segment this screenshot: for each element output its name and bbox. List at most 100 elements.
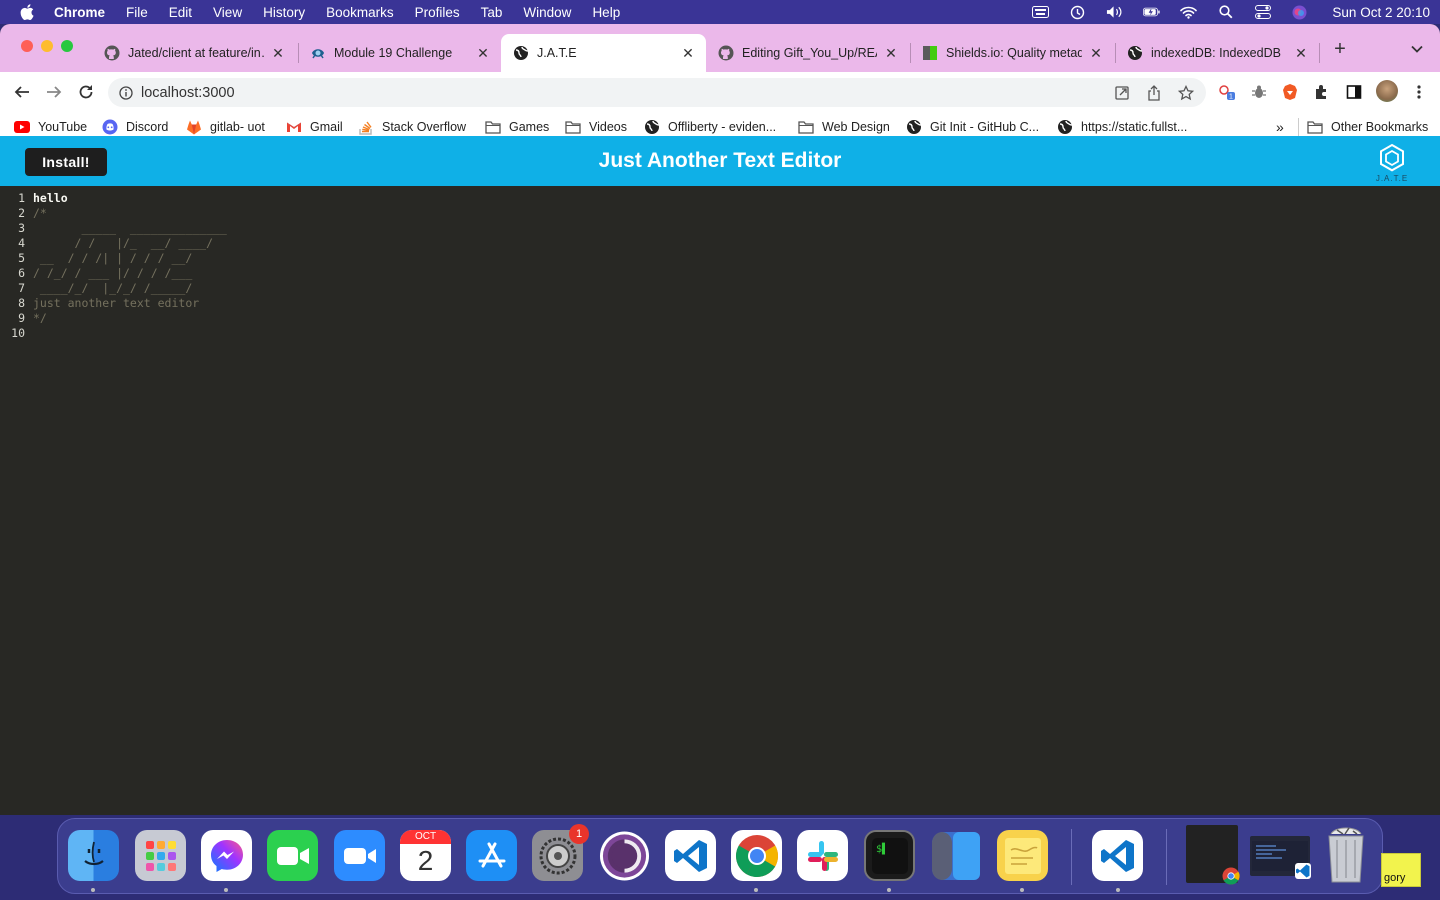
line-code: ____/_/ |_/_/ /_____/ bbox=[33, 281, 193, 295]
share-icon[interactable] bbox=[1146, 85, 1162, 101]
menu-tab[interactable]: Tab bbox=[481, 5, 503, 20]
menu-help[interactable]: Help bbox=[592, 5, 620, 20]
folder-icon bbox=[798, 119, 814, 135]
line-number: 6 bbox=[18, 266, 25, 280]
siri-icon[interactable] bbox=[1291, 5, 1308, 19]
bookmark-label: Git Init - GitHub C... bbox=[930, 120, 1040, 134]
bookmark-youtube[interactable]: YouTube bbox=[14, 118, 87, 136]
tab-jate[interactable]: J.A.T.E ✕ bbox=[501, 34, 706, 72]
close-tab-icon[interactable]: ✕ bbox=[883, 45, 899, 61]
calendar-icon[interactable]: OCT 2 bbox=[400, 830, 451, 881]
bookmark-other-folder[interactable]: Other Bookmarks bbox=[1307, 118, 1428, 136]
side-panel-icon[interactable] bbox=[1345, 83, 1363, 101]
bookmark-star-icon[interactable] bbox=[1178, 85, 1194, 101]
battery-icon[interactable] bbox=[1143, 6, 1161, 19]
desktop-item-label[interactable]: gory bbox=[1384, 872, 1405, 884]
tab-search-chevron-icon[interactable] bbox=[1410, 42, 1424, 56]
new-tab-button[interactable]: + bbox=[1331, 39, 1349, 59]
notification-badge: 1 bbox=[569, 824, 589, 844]
menu-profiles[interactable]: Profiles bbox=[415, 5, 460, 20]
globe-icon bbox=[644, 119, 660, 135]
finder-icon[interactable] bbox=[68, 830, 119, 881]
bookmark-folder-games[interactable]: Games bbox=[485, 118, 549, 136]
menu-window[interactable]: Window bbox=[523, 5, 571, 20]
bookmark-gitlab[interactable]: gitlab- uot bbox=[186, 118, 265, 136]
forward-button[interactable] bbox=[44, 82, 64, 102]
launchpad-icon[interactable] bbox=[135, 830, 186, 881]
bookmark-stack-overflow[interactable]: Stack Overflow bbox=[358, 118, 466, 136]
bookmark-folder-web-design[interactable]: Web Design bbox=[798, 118, 890, 136]
close-tab-icon[interactable]: ✕ bbox=[1088, 45, 1104, 61]
minimized-chrome-window[interactable] bbox=[1186, 825, 1240, 885]
close-tab-icon[interactable]: ✕ bbox=[1293, 45, 1309, 61]
slack-icon[interactable] bbox=[797, 830, 848, 881]
extensions-puzzle-icon[interactable] bbox=[1313, 83, 1331, 101]
bookmark-discord[interactable]: Discord bbox=[102, 118, 168, 136]
extension-brave-lion-icon[interactable] bbox=[1281, 83, 1299, 101]
vscode-icon[interactable] bbox=[665, 830, 716, 881]
macos-dock: OCT 2 1 $▌ bbox=[57, 818, 1383, 894]
time-machine-icon[interactable] bbox=[1069, 5, 1086, 19]
vscode-icon[interactable] bbox=[1092, 830, 1143, 881]
stickies-icon[interactable] bbox=[997, 830, 1048, 881]
close-tab-icon[interactable]: ✕ bbox=[475, 45, 491, 61]
close-window-button[interactable] bbox=[21, 40, 33, 52]
bookmark-git-init[interactable]: Git Init - GitHub C... bbox=[906, 118, 1039, 136]
discord-icon bbox=[102, 119, 118, 135]
editor-line: 10 bbox=[0, 326, 33, 341]
chrome-menu-icon[interactable] bbox=[1410, 83, 1428, 101]
menu-bookmarks[interactable]: Bookmarks bbox=[326, 5, 394, 20]
wifi-icon[interactable] bbox=[1180, 6, 1198, 19]
app-store-icon[interactable] bbox=[466, 830, 517, 881]
bookmark-static-fullst[interactable]: https://static.fullst... bbox=[1057, 118, 1187, 136]
control-center-icon[interactable] bbox=[1254, 5, 1271, 19]
zoom-window-button[interactable] bbox=[61, 40, 73, 52]
profile-avatar[interactable] bbox=[1376, 80, 1398, 102]
menu-view[interactable]: View bbox=[213, 5, 242, 20]
tab-module-19[interactable]: Module 19 Challenge ✕ bbox=[298, 34, 501, 72]
system-preferences-icon[interactable]: 1 bbox=[532, 824, 589, 881]
extension-redux-icon[interactable]: 1 bbox=[1218, 83, 1236, 101]
close-tab-icon[interactable]: ✕ bbox=[270, 45, 286, 61]
facetime-icon[interactable] bbox=[267, 830, 318, 881]
bookmark-folder-videos[interactable]: Videos bbox=[565, 118, 627, 136]
editor-line: 7 ____/_/ |_/_/ /_____/ bbox=[0, 281, 192, 296]
google-chrome-icon[interactable] bbox=[731, 830, 782, 881]
tor-browser-icon[interactable] bbox=[599, 830, 650, 881]
apple-menu-icon[interactable] bbox=[20, 4, 34, 20]
bookmarks-overflow-chevron[interactable]: » bbox=[1276, 118, 1284, 136]
line-number: 2 bbox=[18, 206, 25, 220]
reload-button[interactable] bbox=[76, 82, 96, 102]
volume-icon[interactable] bbox=[1106, 6, 1123, 19]
minimize-window-button[interactable] bbox=[41, 40, 53, 52]
open-in-app-icon[interactable] bbox=[1114, 85, 1130, 101]
tab-editing-gift[interactable]: Editing Gift_You_Up/REA… ✕ bbox=[706, 34, 909, 72]
keyboard-icon[interactable] bbox=[1032, 6, 1050, 19]
menu-bar-clock[interactable]: Sun Oct 2 20:10 bbox=[1332, 5, 1430, 20]
menu-app-name[interactable]: Chrome bbox=[54, 5, 105, 20]
zoom-icon[interactable] bbox=[334, 830, 385, 881]
menu-edit[interactable]: Edit bbox=[169, 5, 192, 20]
running-indicator bbox=[91, 888, 95, 892]
bookmark-gmail[interactable]: Gmail bbox=[286, 118, 343, 136]
site-info-icon[interactable] bbox=[119, 85, 133, 100]
spotlight-search-icon[interactable] bbox=[1217, 5, 1234, 19]
extension-bug-icon[interactable] bbox=[1250, 83, 1268, 101]
messenger-icon[interactable] bbox=[201, 830, 252, 881]
sidebar-app-icon[interactable] bbox=[930, 830, 981, 881]
running-indicator bbox=[1020, 888, 1024, 892]
bookmark-label: Offliberty - eviden... bbox=[668, 120, 777, 134]
trash-icon[interactable] bbox=[1320, 823, 1372, 885]
menu-history[interactable]: History bbox=[263, 5, 305, 20]
code-editor[interactable]: 1 hello 2 /* 3 _____ ______________ 4 / / … bbox=[0, 186, 1440, 815]
menu-file[interactable]: File bbox=[126, 5, 148, 20]
back-button[interactable] bbox=[12, 82, 32, 102]
minimized-vscode-window[interactable] bbox=[1250, 836, 1311, 879]
tab-jated-client[interactable]: Jated/client at feature/in… ✕ bbox=[92, 34, 296, 72]
close-tab-icon[interactable]: ✕ bbox=[680, 45, 696, 61]
address-bar[interactable]: localhost:3000 bbox=[108, 78, 1206, 107]
terminal-icon[interactable]: $▌ bbox=[864, 830, 915, 881]
tab-shields-io[interactable]: Shields.io: Quality metad… ✕ bbox=[910, 34, 1114, 72]
tab-indexeddb[interactable]: indexedDB: IndexedDB ✕ bbox=[1115, 34, 1319, 72]
bookmark-offliberty[interactable]: Offliberty - eviden... bbox=[644, 118, 776, 136]
